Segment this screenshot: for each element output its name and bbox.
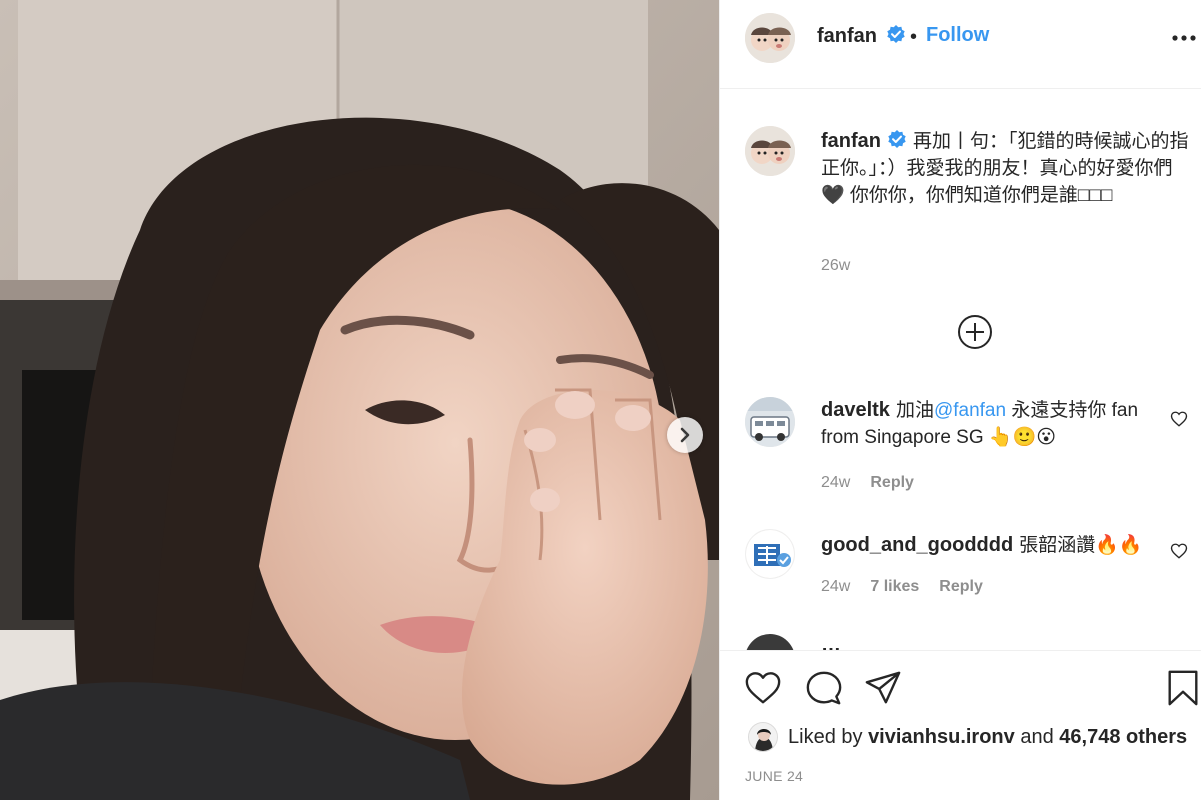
comment-meta: 24w 7 likes Reply [821, 578, 983, 596]
liked-by-prefix: Liked by [788, 726, 863, 748]
comment-text: 張韶涵讚🔥🔥 [1019, 535, 1143, 556]
chevron-right-icon [680, 427, 690, 443]
verified-badge-icon [888, 130, 906, 148]
comments-list[interactable]: fanfan 再加丨句：「犯錯的時候誠心的指正你。」：）我愛我的朋友！真心的好愛… [720, 90, 1201, 650]
author-avatar-image [745, 13, 795, 63]
comment-age: 24w [821, 578, 851, 595]
caption-username[interactable]: fanfan [821, 130, 881, 152]
comment-heart-icon[interactable] [1170, 410, 1188, 428]
comment-username[interactable]: … [821, 634, 841, 650]
comment-body-partial: … [821, 632, 1161, 650]
paper-plane-icon[interactable] [864, 669, 902, 707]
liked-by-and: and [1020, 726, 1054, 748]
comment-text-prefix: 加油 [895, 400, 934, 421]
liked-by-text: Liked by vivianhsu.ironv and 46,748 othe… [788, 726, 1187, 749]
plus-circle-icon[interactable] [957, 314, 993, 350]
author-username[interactable]: fanfan [817, 25, 877, 47]
comment-age: 24w [821, 474, 851, 491]
comment-avatar-image [746, 530, 794, 578]
verified-badge-icon [887, 25, 906, 43]
comment-username[interactable]: daveltk [821, 399, 890, 421]
follow-button[interactable]: Follow [926, 24, 989, 47]
more-horizontal-icon[interactable] [1170, 24, 1198, 52]
post-photo-image [0, 0, 719, 800]
caption-age: 26w [821, 257, 851, 274]
post-actions-footer: Liked by vivianhsu.ironv and 46,748 othe… [720, 650, 1201, 800]
post-photo [0, 0, 719, 800]
comment-bubble-icon[interactable] [805, 669, 843, 707]
liker-avatar-image [749, 723, 777, 751]
comment-avatar[interactable] [745, 634, 795, 650]
comment-avatar-image [745, 397, 795, 447]
heart-icon[interactable] [744, 669, 782, 707]
liked-by-user-link[interactable]: vivianhsu.ironv [868, 726, 1015, 748]
caption-avatar[interactable] [745, 126, 795, 176]
post-date: JUNE 24 [745, 768, 804, 784]
post-side-panel: fanfan • Follow fanfan 再加丨句：「犯錯的時候誠心的指正你… [719, 0, 1201, 800]
comment-likes-button[interactable]: 7 likes [870, 578, 919, 596]
author-name-row: fanfan [817, 24, 906, 48]
comment-avatar[interactable] [745, 529, 795, 579]
comment-mention-link[interactable]: @fanfan [934, 400, 1006, 421]
reply-button[interactable]: Reply [939, 578, 983, 596]
liked-by-others-link[interactable]: 46,748 others [1059, 726, 1187, 748]
comment-meta: 24w Reply [821, 474, 914, 492]
comment-username[interactable]: good_and_goodddd [821, 534, 1013, 556]
author-avatar[interactable] [745, 13, 795, 63]
liker-avatar[interactable] [748, 722, 778, 752]
header-separator: • [910, 26, 918, 48]
comment-body: good_and_goodddd 張韶涵讚🔥🔥 [821, 532, 1161, 559]
bookmark-icon[interactable] [1164, 669, 1201, 707]
caption-avatar-image [745, 126, 795, 176]
next-photo-button[interactable] [667, 417, 703, 453]
comment-body: daveltk 加油@fanfan 永遠支持你 fan from Singapor… [821, 397, 1161, 451]
comment-avatar[interactable] [745, 397, 795, 447]
comment-heart-icon[interactable] [1170, 542, 1188, 560]
post-caption: fanfan 再加丨句：「犯錯的時候誠心的指正你。」：）我愛我的朋友！真心的好愛… [821, 128, 1191, 209]
reply-button[interactable]: Reply [870, 474, 914, 492]
post-header: fanfan • Follow [720, 0, 1201, 89]
